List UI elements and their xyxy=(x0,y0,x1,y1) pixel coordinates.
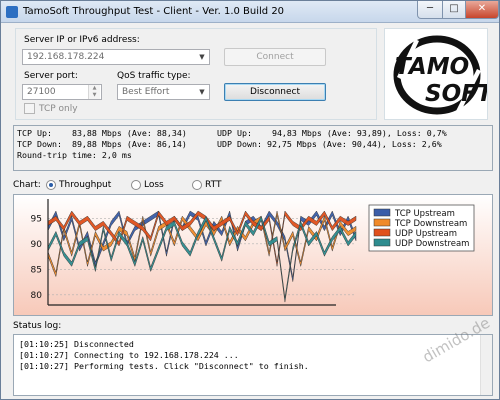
rtt-radio-label[interactable]: RTT xyxy=(205,180,221,190)
status-log-label: Status log: xyxy=(13,321,62,331)
y-tick-label: 90 xyxy=(31,240,43,250)
connect-button[interactable]: Connect xyxy=(224,48,326,66)
chart-svg: 80 85 90 95 TCP UpstreamTCP DownstreamUDP U… xyxy=(14,195,492,315)
qos-select[interactable]: Best Effort ▼ xyxy=(117,84,210,100)
rtt-stat: Round-trip time: 2,0 ms xyxy=(17,150,132,160)
log-line: [01:10:27] Performing tests. Click "Disc… xyxy=(19,361,309,371)
server-address-label: Server IP or IPv6 address: xyxy=(24,35,140,45)
server-port-value: 27100 xyxy=(27,87,56,97)
throughput-radio-label[interactable]: Throughput xyxy=(59,180,111,190)
logo-text-bottom: SOFT xyxy=(425,81,487,107)
legend-swatch xyxy=(373,238,391,247)
log-scrollbar[interactable] xyxy=(480,335,492,395)
server-address-combo[interactable]: 192.168.178.224 ▼ xyxy=(22,49,210,65)
status-log[interactable]: [01:10:25] Disconnected [01:10:27] Conne… xyxy=(13,334,493,396)
y-tick-label: 80 xyxy=(31,291,43,301)
window-title: TamoSoft Throughput Test - Client - Ver.… xyxy=(23,6,285,17)
logo-graphic: TAMO SOFT xyxy=(393,35,495,115)
chart-selector-label: Chart: xyxy=(13,180,41,190)
rtt-radio[interactable] xyxy=(192,180,202,190)
tcp-down-stat: TCP Down: 89,88 Mbps (Ave: 86,14) xyxy=(17,139,187,149)
legend-label: TCP Upstream xyxy=(394,209,455,219)
app-icon xyxy=(6,6,18,18)
logo-text-top: TAMO xyxy=(395,54,469,80)
chevron-down-icon[interactable]: ▼ xyxy=(196,51,208,63)
chart-selector: Chart: Throughput Loss RTT xyxy=(13,179,493,193)
y-tick-label: 85 xyxy=(31,265,42,275)
throughput-radio[interactable] xyxy=(46,180,56,190)
legend-label: UDP Downstream xyxy=(395,239,469,249)
legend-label: TCP Downstream xyxy=(394,219,467,229)
legend-swatch xyxy=(373,208,391,217)
chevron-down-icon[interactable]: ▼ xyxy=(196,86,208,98)
title-bar[interactable]: TamoSoft Throughput Test - Client - Ver.… xyxy=(1,1,499,23)
spin-down-icon[interactable]: ▼ xyxy=(88,92,100,99)
y-tick-label: 95 xyxy=(31,214,42,224)
loss-radio-label[interactable]: Loss xyxy=(144,180,164,190)
tcp-only-checkbox[interactable] xyxy=(24,103,35,114)
legend-swatch xyxy=(373,218,391,227)
legend-label: UDP Upstream xyxy=(395,229,457,239)
app-window: TamoSoft Throughput Test - Client - Ver.… xyxy=(0,0,500,400)
legend-swatch xyxy=(373,228,391,237)
log-line: [01:10:27] Connecting to 192.168.178.224… xyxy=(19,350,239,360)
spin-up-icon[interactable]: ▲ xyxy=(88,85,100,92)
connection-settings-panel: Server IP or IPv6 address: 192.168.178.2… xyxy=(15,28,377,120)
log-line: [01:10:25] Disconnected xyxy=(19,339,134,349)
throughput-stats-panel: TCP Up: 83,88 Mbps (Ave: 88,34) UDP Up: … xyxy=(13,125,493,171)
tcp-up-stat: TCP Up: 83,88 Mbps (Ave: 88,34) xyxy=(17,128,187,138)
udp-down-stat: UDP Down: 92,75 Mbps (Ave: 90,44), Loss:… xyxy=(217,139,442,149)
maximize-button[interactable]: □ xyxy=(442,1,466,19)
qos-value: Best Effort xyxy=(122,87,170,97)
minimize-button[interactable]: ─ xyxy=(417,1,443,19)
server-port-input[interactable]: 27100 ▲ ▼ xyxy=(22,84,102,100)
server-port-label: Server port: xyxy=(24,71,78,81)
qos-label: QoS traffic type: xyxy=(117,71,191,81)
close-button[interactable]: ✕ xyxy=(465,1,499,19)
tamosoft-logo: TAMO SOFT xyxy=(384,28,495,120)
server-address-value: 192.168.178.224 xyxy=(27,52,105,62)
loss-radio[interactable] xyxy=(131,180,141,190)
tcp-only-label: TCP only xyxy=(39,104,78,114)
throughput-chart: 80 85 90 95 TCP Upstream TCP Downstream UDP U… xyxy=(13,194,493,316)
udp-up-stat: UDP Up: 94,83 Mbps (Ave: 93,89), Loss: 0… xyxy=(217,128,447,138)
disconnect-button[interactable]: Disconnect xyxy=(224,83,326,101)
